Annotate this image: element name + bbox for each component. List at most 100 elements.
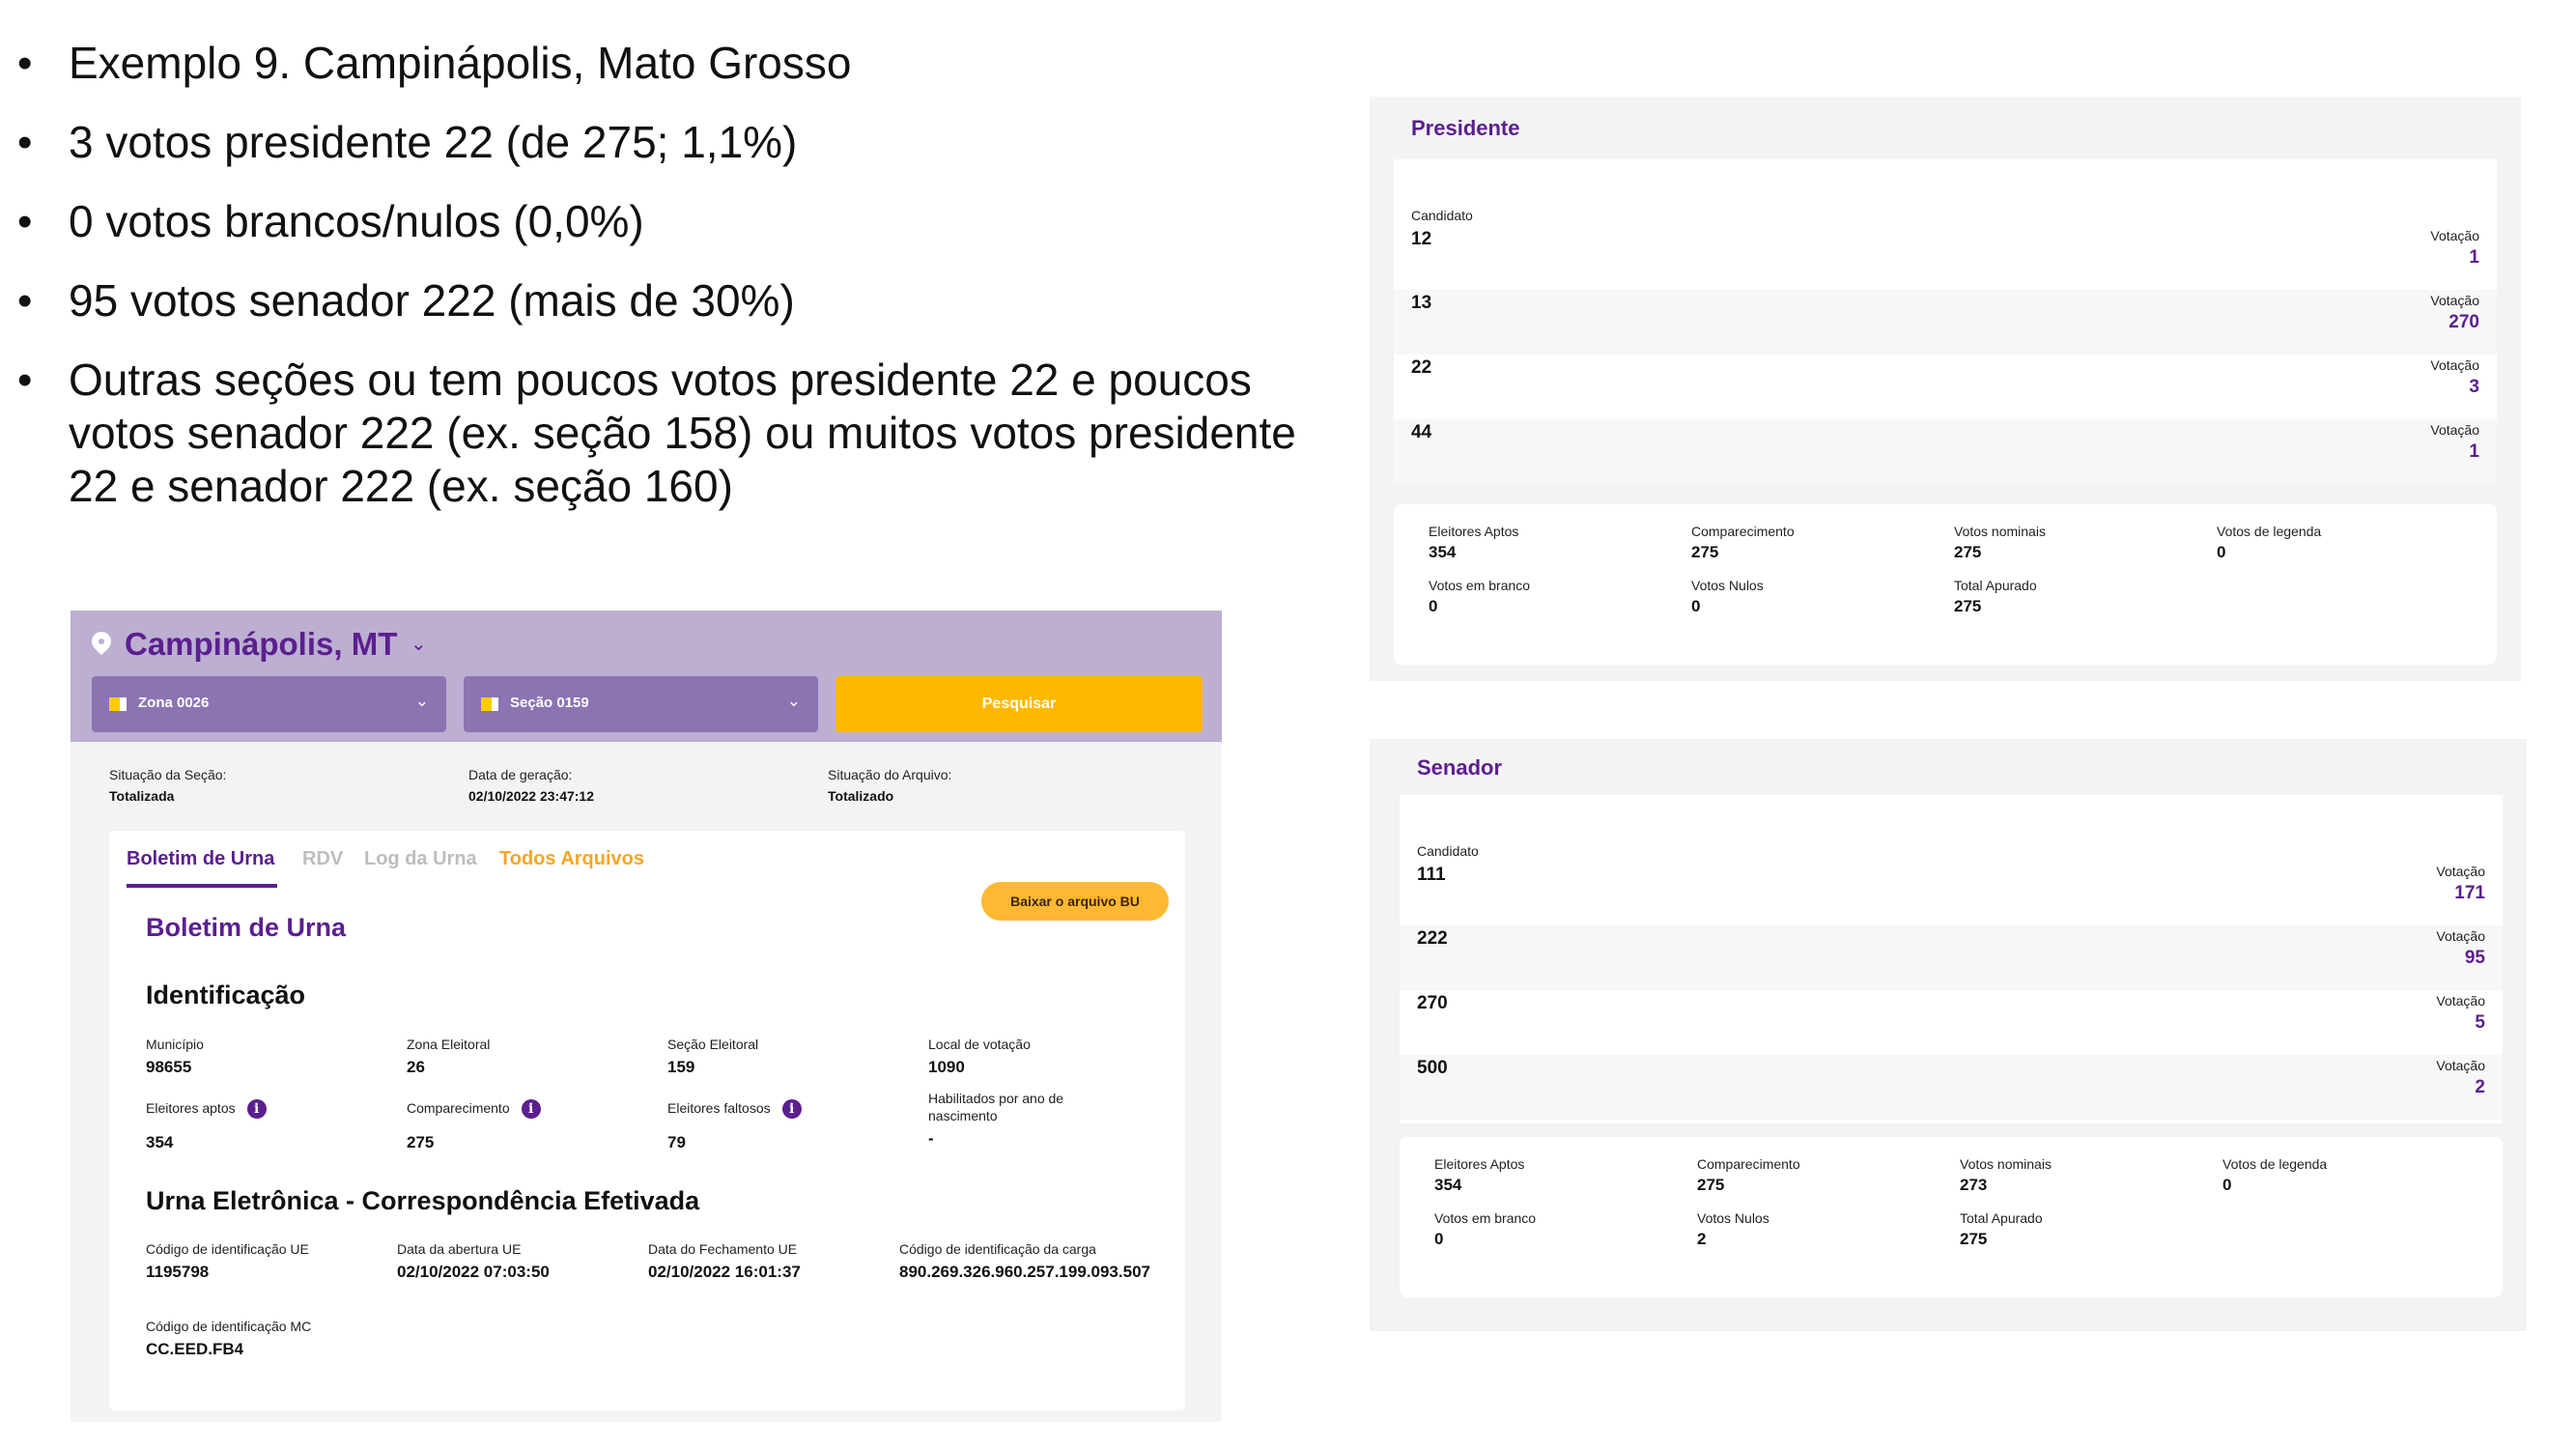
field-codigo-ue: Código de identificação UE 1195798: [146, 1240, 309, 1283]
summary-value: 273: [1960, 1176, 1988, 1194]
votacao-value: 5: [2475, 1012, 2485, 1033]
secao-select-value: Seção 0159: [510, 695, 589, 711]
field-local-votacao: Local de votação 1090: [928, 1036, 1031, 1078]
field-eleitores-faltosos: Eleitores faltosos i 79: [667, 1099, 802, 1153]
summary-value: 0: [1434, 1230, 1444, 1248]
votacao-value: 1: [2469, 441, 2479, 462]
field-secao-eleitoral: Seção Eleitoral 159: [667, 1036, 758, 1078]
flag-icon: [481, 697, 498, 711]
votacao-label: Votação: [2436, 993, 2485, 1009]
votacao-value: 95: [2464, 948, 2485, 968]
votacao-label: Votação: [2430, 357, 2479, 373]
votacao-label: Votação: [2436, 864, 2485, 879]
summary-value: 275: [1691, 543, 1719, 561]
download-bu-button[interactable]: Baixar o arquivo BU: [981, 882, 1169, 921]
summary-label: Votos nominais: [1954, 524, 2046, 539]
tab-todos-arquivos[interactable]: Todos Arquivos: [499, 848, 644, 870]
table-row: 270 Votação 5: [1400, 990, 2503, 1055]
summary-value: 275: [1697, 1176, 1725, 1194]
field-label: Data da abertura UE: [397, 1241, 522, 1257]
votacao-value: 3: [2469, 377, 2479, 397]
candidato-number: 222: [1417, 928, 1448, 949]
table-row: 500 Votação 2: [1400, 1055, 2503, 1120]
panel-title: Presidente: [1411, 116, 1520, 140]
field-data-abertura: Data da abertura UE 02/10/2022 07:03:50: [397, 1240, 550, 1283]
bu-screenshot: Campinápolis, MT ⌄ Zona 0026 ⌄ Seção 015…: [71, 611, 1222, 1422]
location-header: Campinápolis, MT ⌄ Zona 0026 ⌄ Seção 015…: [71, 611, 1222, 742]
votacao-value: 270: [2449, 312, 2479, 332]
summary-value: 275: [1954, 597, 1982, 615]
presidente-panel: Presidente Candidato 12 Votação 1 13 Vot…: [1370, 97, 2521, 681]
field-eleitores-aptos: Eleitores aptos i 354: [146, 1099, 267, 1153]
summary-label: Eleitores Aptos: [1429, 524, 1519, 539]
candidato-number: 22: [1411, 357, 1432, 378]
tab-log-da-urna[interactable]: Log da Urna: [364, 848, 477, 870]
field-value: 159: [667, 1058, 695, 1076]
summary-value: 0: [1691, 597, 1701, 615]
city-title[interactable]: Campinápolis, MT: [125, 626, 397, 663]
field-municipio: Município 98655: [146, 1036, 204, 1078]
zona-select[interactable]: Zona 0026 ⌄: [92, 676, 446, 732]
candidatos-table: Candidato 111 Votação 171 222 Votação 95…: [1400, 795, 2503, 1123]
summary-field: Comparecimento 275: [1697, 1156, 1800, 1195]
field-value: 26: [407, 1058, 425, 1076]
votacao-label: Votação: [2436, 1058, 2485, 1073]
bullet-item: Exemplo 9. Campinápolis, Mato Grosso: [17, 37, 1321, 90]
summary-field: Votos em branco 0: [1434, 1210, 1536, 1249]
field-codigo-mc: Código de identificação MC CC.EED.FB4: [146, 1318, 311, 1360]
field-label: Zona Eleitoral: [407, 1037, 491, 1052]
bullet-item: 95 votos senador 222 (mais de 30%): [17, 274, 1321, 327]
votacao-value: 171: [2454, 883, 2485, 903]
summary-label: Comparecimento: [1697, 1156, 1800, 1172]
field-label: Código de identificação UE: [146, 1241, 309, 1257]
votacao-label: Votação: [2430, 228, 2479, 243]
field-label: Eleitores aptos i: [146, 1099, 267, 1120]
field-label: Eleitores faltosos i: [667, 1099, 802, 1120]
status-value: Totalizado: [828, 788, 894, 804]
search-button[interactable]: Pesquisar: [835, 676, 1203, 732]
status-secao: Situação da Seção: Totalizada: [109, 767, 226, 804]
info-icon[interactable]: i: [246, 1099, 267, 1120]
senador-panel: Senador Candidato 111 Votação 171 222 Vo…: [1370, 739, 2527, 1331]
tab-rdv[interactable]: RDV: [302, 848, 343, 870]
candidato-label: Candidato: [1417, 843, 1479, 859]
summary-value: 0: [2217, 543, 2226, 561]
summary-label: Votos nominais: [1960, 1156, 2052, 1172]
summary-field: Votos Nulos 2: [1697, 1210, 1769, 1249]
summary-field: Votos em branco 0: [1429, 578, 1530, 616]
field-value: 79: [667, 1133, 686, 1152]
field-value: 275: [407, 1133, 435, 1152]
summary-field: Comparecimento 275: [1691, 524, 1795, 562]
tab-boletim-de-urna[interactable]: Boletim de Urna: [127, 848, 274, 870]
field-value: -: [928, 1129, 934, 1148]
candidato-number: 500: [1417, 1058, 1448, 1078]
secao-select[interactable]: Seção 0159 ⌄: [464, 676, 818, 732]
status-label: Data de geração:: [468, 767, 573, 782]
field-label: Código de identificação da carga: [899, 1241, 1096, 1257]
summary-label: Comparecimento: [1691, 524, 1795, 539]
summary-value: 0: [1429, 597, 1438, 615]
field-zona-eleitoral: Zona Eleitoral 26: [407, 1036, 490, 1078]
votacao-label: Votação: [2436, 928, 2485, 944]
field-label: Seção Eleitoral: [667, 1037, 759, 1052]
urna-title: Urna Eletrônica - Correspondência Efetiv…: [146, 1186, 700, 1215]
candidato-number: 111: [1417, 865, 1446, 885]
chevron-down-icon: ⌄: [414, 692, 429, 710]
field-value: 02/10/2022 16:01:37: [648, 1263, 801, 1281]
summary-label: Eleitores Aptos: [1434, 1156, 1525, 1172]
bullet-item: 0 votos brancos/nulos (0,0%): [17, 195, 1321, 248]
summary-value: 275: [1954, 543, 1982, 561]
field-data-fechamento: Data do Fechamento UE 02/10/2022 16:01:3…: [648, 1240, 801, 1283]
summary-label: Votos em branco: [1434, 1210, 1537, 1226]
summary-box: Eleitores Aptos 354 Comparecimento 275 Vot…: [1394, 504, 2497, 665]
section-title: Boletim de Urna: [146, 913, 347, 942]
status-arquivo: Situação do Arquivo: Totalizado: [828, 767, 951, 804]
chevron-down-icon: ⌄: [786, 692, 801, 710]
flag-icon: [109, 697, 127, 711]
info-icon[interactable]: i: [521, 1099, 541, 1120]
summary-field: Votos Nulos 0: [1691, 578, 1764, 616]
votacao-value: 2: [2475, 1077, 2485, 1097]
candidato-number: 12: [1411, 229, 1432, 249]
chevron-down-icon[interactable]: ⌄: [410, 632, 427, 656]
info-icon[interactable]: i: [781, 1099, 802, 1120]
